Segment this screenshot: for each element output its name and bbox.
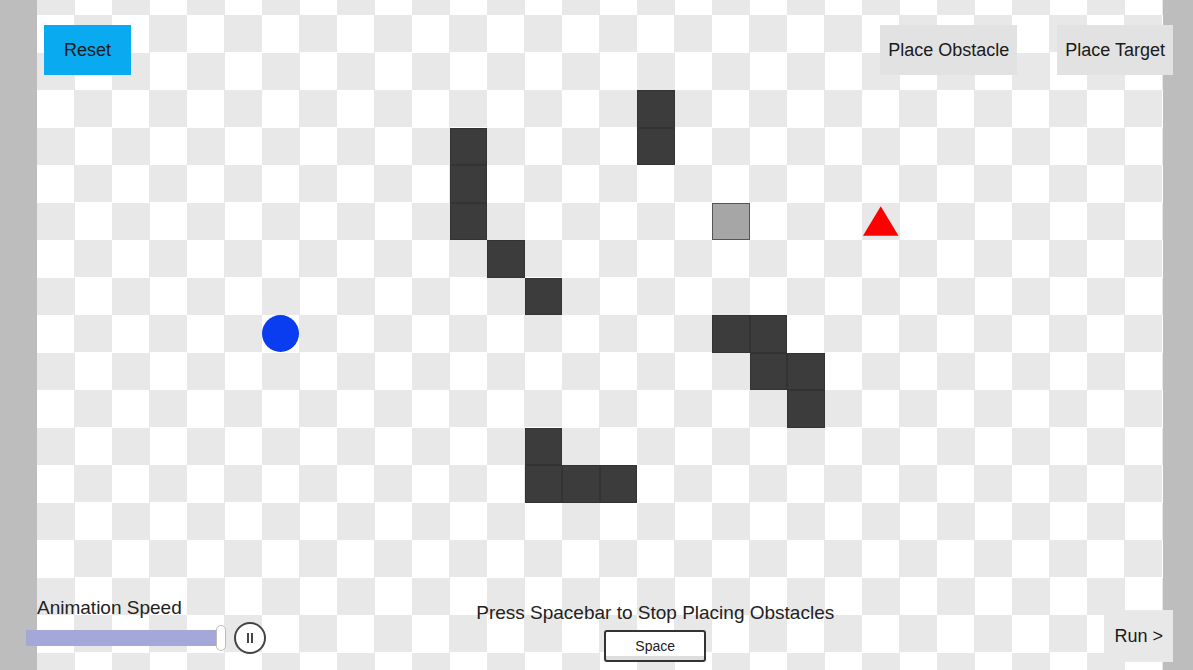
spacebar-key: Space	[604, 630, 706, 662]
target-node[interactable]	[862, 203, 900, 241]
obstacle-cell[interactable]	[787, 353, 825, 391]
animation-speed-control: Animation Speed	[26, 596, 276, 662]
obstacle-cell[interactable]	[487, 240, 525, 278]
obstacle-cell[interactable]	[712, 315, 750, 353]
bottom-bar: Animation SpeedPress Spacebar to Stop Pl…	[0, 596, 1193, 670]
grid-canvas[interactable]	[37, 0, 1163, 670]
obstacle-cell[interactable]	[600, 465, 638, 503]
obstacle-cell[interactable]	[525, 428, 563, 466]
speed-slider[interactable]	[26, 630, 224, 646]
controls-overlay: Reset Place Obstacle Place Target Animation…	[0, 0, 1193, 670]
instruction-panel: Press Spacebar to Stop Placing Obstacles…	[276, 601, 1104, 662]
start-node[interactable]	[262, 315, 300, 353]
pathfinding-app: Reset Place Obstacle Place Target Animation…	[0, 0, 1193, 670]
right-margin	[1163, 0, 1193, 670]
obstacle-cell[interactable]	[450, 128, 488, 166]
pause-button[interactable]	[234, 622, 266, 654]
obstacle-cell[interactable]	[787, 390, 825, 428]
obstacle-cell[interactable]	[450, 165, 488, 203]
target-triangle-icon	[862, 204, 900, 238]
left-margin	[0, 0, 37, 670]
obstacle-cell[interactable]	[750, 315, 788, 353]
hover-cell[interactable]	[712, 203, 750, 241]
obstacle-cell[interactable]	[450, 203, 488, 241]
obstacle-cell[interactable]	[525, 465, 563, 503]
obstacle-cell[interactable]	[562, 465, 600, 503]
run-button[interactable]: Run >	[1104, 610, 1173, 662]
animation-speed-label: Animation Speed	[26, 596, 276, 620]
pause-icon	[245, 633, 255, 643]
obstacle-cell[interactable]	[525, 278, 563, 316]
place-obstacle-button[interactable]: Place Obstacle	[880, 25, 1017, 75]
instruction-text: Press Spacebar to Stop Placing Obstacles	[476, 601, 834, 625]
place-target-button[interactable]: Place Target	[1057, 25, 1173, 75]
obstacle-cell[interactable]	[750, 353, 788, 391]
speed-slider-thumb[interactable]	[216, 625, 226, 651]
reset-button[interactable]: Reset	[44, 25, 131, 75]
top-toolbar: Reset Place Obstacle Place Target	[0, 0, 1193, 75]
obstacle-cell[interactable]	[637, 128, 675, 166]
obstacle-cell[interactable]	[637, 90, 675, 128]
